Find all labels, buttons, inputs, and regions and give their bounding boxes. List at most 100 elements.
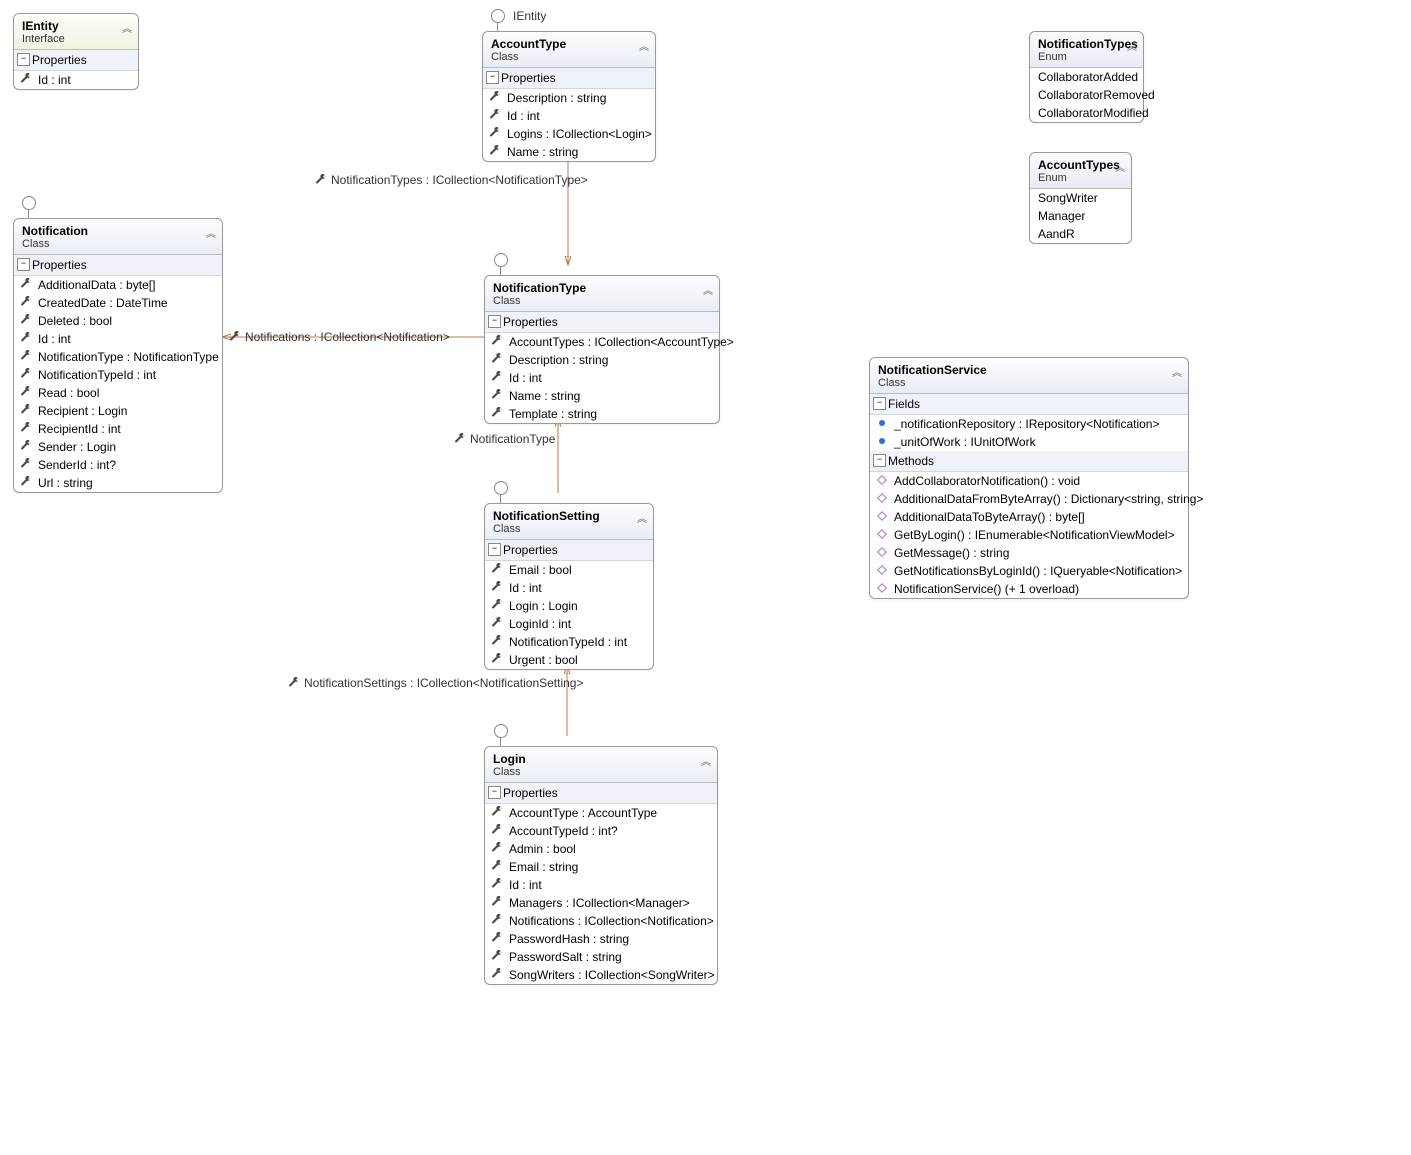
property-row[interactable]: Id : int [485,579,653,597]
property-row[interactable]: Name : string [483,143,655,161]
method-row[interactable]: AdditionalDataFromByteArray() : Dictiona… [870,490,1188,508]
enum-value[interactable]: CollaboratorModified [1030,104,1143,122]
enum-value[interactable]: Manager [1030,207,1131,225]
collapse-icon[interactable]: − [488,543,501,556]
property-row[interactable]: NotificationTypeId : int [14,366,222,384]
property-row[interactable]: Url : string [14,474,222,492]
property-row[interactable]: Id : int [485,876,717,894]
ientity-header[interactable]: IEntity Interface ︽ [14,14,138,50]
property-row[interactable]: Read : bool [14,384,222,402]
property-row[interactable]: PasswordHash : string [485,930,717,948]
property-row[interactable]: Name : string [485,387,719,405]
property-row[interactable]: Sender : Login [14,438,222,456]
ientity-box[interactable]: IEntity Interface ︽ −Properties Id : int [13,13,139,90]
property-row[interactable]: Description : string [483,89,655,107]
notification-header[interactable]: Notification Class ︽ [14,219,222,255]
notificationtype-box[interactable]: NotificationType Class ︽ −Properties Acc… [484,275,720,424]
method-row[interactable]: GetMessage() : string [870,544,1188,562]
collapse-icon[interactable]: − [873,454,886,467]
enum-value[interactable]: CollaboratorRemoved [1030,86,1143,104]
property-row[interactable]: NotificationType : NotificationType [14,348,222,366]
notificationtype-header[interactable]: NotificationType Class ︽ [485,276,719,312]
field-icon [876,435,888,447]
enum-value[interactable]: SongWriter [1030,189,1131,207]
method-row[interactable]: GetNotificationsByLoginId() : IQueryable… [870,562,1188,580]
chevron-up-icon[interactable]: ︽ [637,510,647,525]
method-row[interactable]: NotificationService() (+ 1 overload) [870,580,1188,598]
accounttype-header[interactable]: AccountType Class ︽ [483,32,655,68]
properties-section[interactable]: −Properties [485,783,717,804]
notificationservice-header[interactable]: NotificationService Class ︽ [870,358,1188,394]
property-row[interactable]: Logins : ICollection<Login> [483,125,655,143]
chevron-up-icon[interactable]: ︽ [701,753,711,768]
login-box[interactable]: Login Class ︽ −Properties AccountType : … [484,746,718,985]
property-row[interactable]: Email : string [485,858,717,876]
notificationsetting-box[interactable]: NotificationSetting Class ︽ −Properties … [484,503,654,670]
field-row[interactable]: _unitOfWork : IUnitOfWork [870,433,1188,451]
wrench-icon [20,440,32,452]
property-row[interactable]: RecipientId : int [14,420,222,438]
properties-section[interactable]: −Properties [14,50,138,71]
notification-box[interactable]: Notification Class ︽ −Properties Additio… [13,218,223,493]
chevron-up-icon[interactable]: ︽ [1127,38,1137,53]
properties-section[interactable]: −Properties [14,255,222,276]
fields-section[interactable]: −Fields [870,394,1188,415]
property-row[interactable]: Recipient : Login [14,402,222,420]
wrench-icon [489,145,501,157]
property-row[interactable]: AdditionalData : byte[] [14,276,222,294]
assoc-label-notificationtypes: NotificationTypes : ICollection<Notifica… [315,173,588,187]
property-row[interactable]: Managers : ICollection<Manager> [485,894,717,912]
collapse-icon[interactable]: − [17,53,30,66]
property-row[interactable]: Description : string [485,351,719,369]
collapse-icon[interactable]: − [488,315,501,328]
collapse-icon[interactable]: − [17,258,30,271]
method-row[interactable]: GetByLogin() : IEnumerable<NotificationV… [870,526,1188,544]
enum-value[interactable]: CollaboratorAdded [1030,68,1143,86]
method-row[interactable]: AddCollaboratorNotification() : void [870,472,1188,490]
properties-section[interactable]: −Properties [483,68,655,89]
property-row[interactable]: CreatedDate : DateTime [14,294,222,312]
accounttype-box[interactable]: AccountType Class ︽ −Properties Descript… [482,31,656,162]
chevron-up-icon[interactable]: ︽ [206,225,216,240]
property-row[interactable]: NotificationTypeId : int [485,633,653,651]
property-row[interactable]: AccountTypes : ICollection<AccountType> [485,333,719,351]
accounttypes-enum-header[interactable]: AccountTypes Enum ︽ [1030,153,1131,189]
property-row[interactable]: SenderId : int? [14,456,222,474]
chevron-up-icon[interactable]: ︽ [703,282,713,297]
properties-section[interactable]: −Properties [485,312,719,333]
method-row[interactable]: AdditionalDataToByteArray() : byte[] [870,508,1188,526]
notificationservice-box[interactable]: NotificationService Class ︽ −Fields _not… [869,357,1189,599]
chevron-up-icon[interactable]: ︽ [122,20,132,35]
property-row[interactable]: Id : int [485,369,719,387]
collapse-icon[interactable]: − [488,786,501,799]
property-row[interactable]: Notifications : ICollection<Notification… [485,912,717,930]
field-row[interactable]: _notificationRepository : IRepository<No… [870,415,1188,433]
chevron-up-icon[interactable]: ︽ [639,38,649,53]
properties-section[interactable]: −Properties [485,540,653,561]
property-row[interactable]: Id : int [14,330,222,348]
property-row[interactable]: PasswordSalt : string [485,948,717,966]
property-row[interactable]: Template : string [485,405,719,423]
property-row[interactable]: SongWriters : ICollection<SongWriter> [485,966,717,984]
property-row[interactable]: LoginId : int [485,615,653,633]
accounttypes-enum-box[interactable]: AccountTypes Enum ︽ SongWriter Manager A… [1029,152,1132,244]
enum-value[interactable]: AandR [1030,225,1131,243]
chevron-up-icon[interactable]: ︽ [1172,364,1182,379]
collapse-icon[interactable]: − [486,71,499,84]
collapse-icon[interactable]: − [873,397,886,410]
property-row[interactable]: Email : bool [485,561,653,579]
notificationtypes-enum-header[interactable]: NotificationTypes Enum ︽ [1030,32,1143,68]
notificationsetting-header[interactable]: NotificationSetting Class ︽ [485,504,653,540]
property-row[interactable]: AccountTypeId : int? [485,822,717,840]
property-row[interactable]: AccountType : AccountType [485,804,717,822]
property-row[interactable]: Urgent : bool [485,651,653,669]
property-row[interactable]: Id : int [14,71,138,89]
property-row[interactable]: Id : int [483,107,655,125]
notificationtypes-enum-box[interactable]: NotificationTypes Enum ︽ CollaboratorAdd… [1029,31,1144,123]
property-row[interactable]: Admin : bool [485,840,717,858]
property-row[interactable]: Login : Login [485,597,653,615]
login-header[interactable]: Login Class ︽ [485,747,717,783]
property-row[interactable]: Deleted : bool [14,312,222,330]
methods-section[interactable]: −Methods [870,451,1188,472]
chevron-up-icon[interactable]: ︽ [1115,159,1125,174]
